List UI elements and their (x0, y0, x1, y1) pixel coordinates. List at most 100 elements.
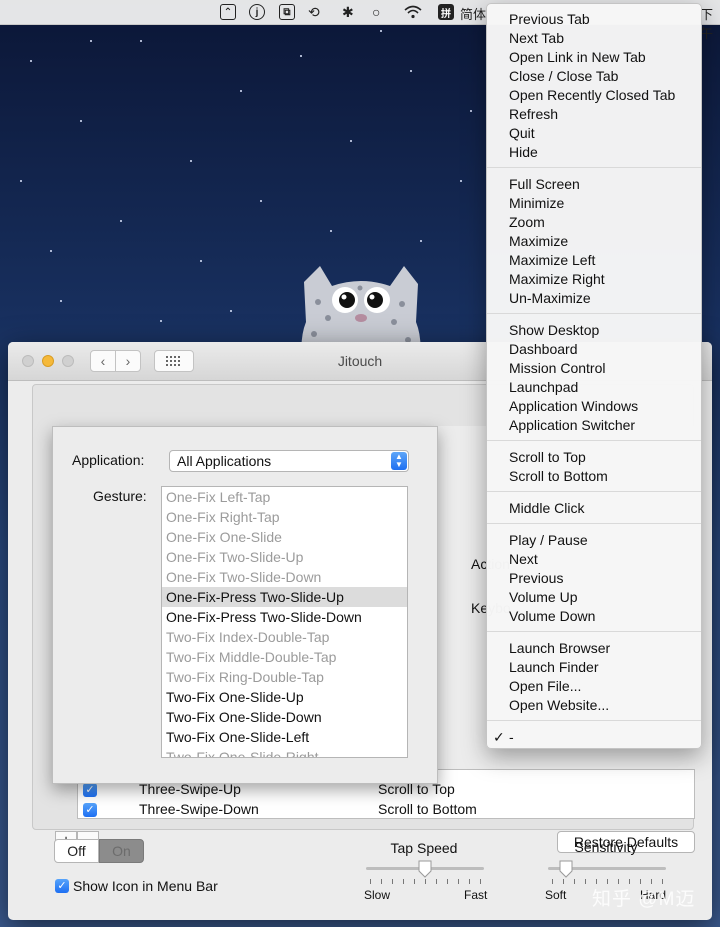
star (410, 70, 412, 72)
gesture-label: Gesture: (93, 488, 147, 504)
menu-item[interactable]: Volume Down (509, 608, 595, 624)
gesture-list-item[interactable]: Two-Fix Middle-Double-Tap (162, 647, 407, 667)
star (160, 320, 162, 322)
gesture-list-item[interactable]: One-Fix Two-Slide-Up (162, 547, 407, 567)
application-select[interactable]: All Applications ▲ ▼ (169, 450, 409, 472)
slider-tick (469, 879, 470, 884)
bluetooth-icon[interactable]: ✱ (342, 3, 354, 21)
star (240, 90, 242, 92)
star (300, 55, 302, 57)
sensitivity-knob[interactable] (559, 860, 573, 878)
tap-speed-title: Tap Speed (390, 840, 458, 856)
tap-speed-knob[interactable] (418, 860, 432, 878)
window-switch-icon[interactable]: ⧉ (279, 3, 295, 21)
menu-item[interactable]: Refresh (509, 106, 558, 122)
slider-tick (425, 879, 426, 884)
sensitivity-title: Sensitivity (574, 839, 638, 855)
action-dropdown-menu[interactable]: Previous Tab Next Tab Open Link in New Tab… (486, 3, 702, 749)
menu-item[interactable]: Quit (509, 125, 535, 141)
row-checkbox[interactable]: ✓ (83, 803, 97, 817)
menu-item[interactable]: Minimize (509, 195, 564, 211)
menu-item[interactable]: Maximize (509, 233, 568, 249)
menu-item[interactable]: Show Desktop (509, 322, 599, 338)
menu-item[interactable]: Maximize Left (509, 252, 595, 268)
star (420, 240, 422, 242)
tap-speed-ticks (370, 879, 481, 885)
on-toggle[interactable]: On (99, 839, 144, 863)
menu-item[interactable]: Full Screen (509, 176, 580, 192)
menu-item[interactable]: Un-Maximize (509, 290, 591, 306)
star (140, 40, 142, 42)
input-method-icon[interactable]: 拼 (438, 3, 454, 21)
row-gesture: Three-Swipe-Down (139, 801, 259, 817)
clock-label[interactable]: 下午 (700, 4, 720, 42)
menu-item[interactable]: - (509, 729, 514, 745)
menu-item[interactable]: Zoom (509, 214, 545, 230)
jitouch-icon[interactable]: j (249, 3, 265, 21)
gesture-list-item[interactable]: Two-Fix One-Slide-Right (162, 747, 407, 757)
menu-item[interactable]: Previous (509, 570, 563, 586)
menu-separator (487, 631, 701, 632)
watermark: 知乎 @M迈 (592, 889, 696, 910)
input-method-label[interactable]: 简体 (460, 4, 486, 23)
slider-tick (403, 879, 404, 884)
slider-tick (436, 879, 437, 884)
menu-item[interactable]: Play / Pause (509, 532, 588, 548)
menu-item[interactable]: Open Link in New Tab (509, 49, 646, 65)
gesture-list-item[interactable]: One-Fix Left-Tap (162, 487, 407, 507)
menu-item[interactable]: Hide (509, 144, 538, 160)
menu-item[interactable]: Next Tab (509, 30, 564, 46)
gesture-list-item[interactable]: One-Fix Right-Tap (162, 507, 407, 527)
menu-item[interactable]: Next (509, 551, 538, 567)
gesture-list-item[interactable]: One-Fix-Press Two-Slide-Down (162, 607, 407, 627)
application-label: Application: (72, 452, 145, 468)
menu-item[interactable]: Previous Tab (509, 11, 590, 27)
gesture-list-item[interactable]: Two-Fix One-Slide-Left (162, 727, 407, 747)
menu-item[interactable]: Open File... (509, 678, 581, 694)
gesture-list[interactable]: One-Fix Left-Tap One-Fix Right-Tap One-Fix… (161, 486, 408, 758)
menu-item[interactable]: Scroll to Bottom (509, 468, 608, 484)
star (350, 140, 352, 142)
tap-speed-max-label: Fast (464, 888, 488, 902)
menu-item[interactable]: Close / Close Tab (509, 68, 618, 84)
menu-item[interactable]: Application Windows (509, 398, 638, 414)
gesture-list-item[interactable]: Two-Fix One-Slide-Up (162, 687, 407, 707)
menu-item[interactable]: Dashboard (509, 341, 578, 357)
gesture-list-item[interactable]: Two-Fix One-Slide-Down (162, 707, 407, 727)
menu-item[interactable]: Volume Up (509, 589, 577, 605)
menu-item[interactable]: Launchpad (509, 379, 578, 395)
star (200, 260, 202, 262)
menu-item[interactable]: Open Website... (509, 697, 609, 713)
menu-item[interactable]: Maximize Right (509, 271, 605, 287)
menu-item[interactable]: Open Recently Closed Tab (509, 87, 675, 103)
select-arrows-icon: ▲ ▼ (391, 452, 407, 470)
checkmark-icon: ✓ (493, 729, 505, 745)
sensitivity-min-label: Soft (545, 888, 567, 902)
off-toggle[interactable]: Off (54, 839, 99, 863)
gesture-list-item[interactable]: One-Fix-Press Two-Slide-Up (162, 587, 407, 607)
row-checkbox[interactable]: ✓ (83, 783, 97, 797)
menu-item[interactable]: Application Switcher (509, 417, 635, 433)
gesture-list-item[interactable]: Two-Fix Index-Double-Tap (162, 627, 407, 647)
gesture-list-item[interactable]: One-Fix Two-Slide-Down (162, 567, 407, 587)
star (470, 110, 472, 112)
menu-item[interactable]: Launch Finder (509, 659, 599, 675)
gesture-list-item[interactable]: Two-Fix Ring-Double-Tap (162, 667, 407, 687)
menu-item[interactable]: Mission Control (509, 360, 605, 376)
show-icon-checkbox[interactable]: ✓ (55, 879, 69, 893)
menu-item[interactable]: Middle Click (509, 500, 584, 516)
gesture-list-item[interactable]: One-Fix One-Slide (162, 527, 407, 547)
star (380, 30, 382, 32)
slider-tick (392, 879, 393, 884)
menu-separator (487, 440, 701, 441)
star (330, 230, 332, 232)
star (460, 180, 462, 182)
menu-item[interactable]: Launch Browser (509, 640, 610, 656)
time-machine-icon[interactable]: ⟲ (308, 3, 320, 21)
wifi-icon[interactable] (404, 3, 422, 21)
menu-item[interactable]: Scroll to Top (509, 449, 586, 465)
slider-tick (585, 879, 586, 884)
messages-icon[interactable]: ○ (372, 3, 380, 21)
airplay-icon[interactable]: ⌃ (220, 3, 236, 21)
table-row[interactable]: ✓ Three-Swipe-Down Scroll to Bottom (78, 800, 694, 818)
